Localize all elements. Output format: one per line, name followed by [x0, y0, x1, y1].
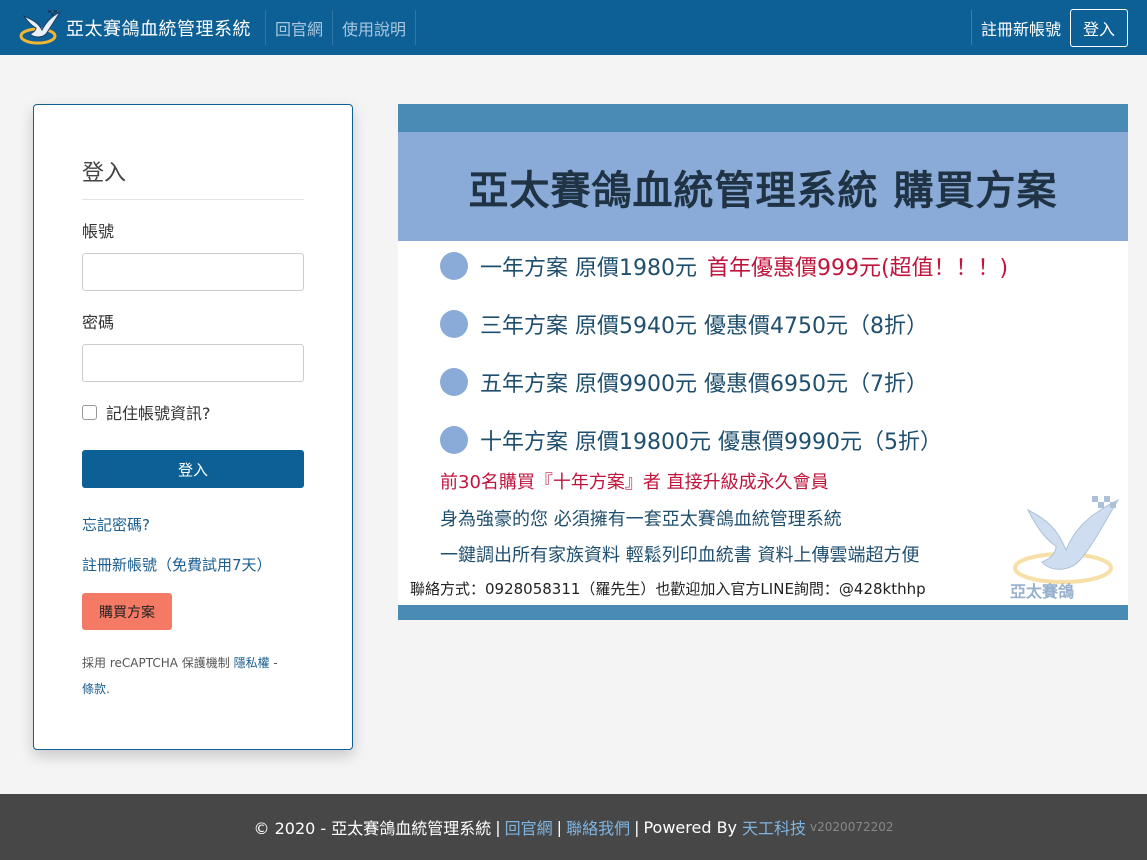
footer-contact-link[interactable]: 聯絡我們 — [566, 815, 630, 839]
nav-login-button[interactable]: 登入 — [1070, 8, 1128, 47]
login-title: 登入 — [82, 155, 304, 200]
password-label: 密碼 — [82, 313, 115, 332]
top-navbar: 亞太賽鴿血統管理系統 回官網 使用說明 註冊新帳號 登入 — [0, 0, 1147, 55]
terms-link[interactable]: 條款 — [82, 682, 106, 696]
plan-text: 五年方案 原價9900元 優惠價6950元（7折） — [480, 372, 928, 397]
login-card: 登入 帳號 密碼 記住帳號資訊? 登入 忘記密碼? 註冊新帳號（免費試用7天） … — [33, 104, 353, 750]
footer-version: v2020072202 — [810, 820, 894, 834]
footer-official-link[interactable]: 回官網 — [505, 815, 553, 839]
brand-title: 亞太賽鴿血統管理系統 — [66, 18, 251, 40]
plan-text: 三年方案 原價5940元 優惠價4750元（8折） — [480, 314, 928, 339]
nav-user-guide[interactable]: 使用說明 — [332, 10, 417, 45]
footer-copyright: © 2020 - 亞太賽鴿血統管理系統 — [253, 819, 492, 838]
plan-item: 十年方案 原價19800元 優惠價9990元（5折） — [440, 424, 942, 456]
plan-text: 十年方案 原價19800元 優惠價9990元（5折） — [480, 430, 942, 455]
recaptcha-text: 採用 reCAPTCHA 保護機制 — [82, 656, 234, 670]
promo-note-blue-1: 身為強豪的您 必須擁有一套亞太賽鴿血統管理系統 — [440, 509, 842, 530]
nav-right: 註冊新帳號 登入 — [970, 0, 1128, 55]
bullet-icon — [440, 252, 468, 280]
promo-bottom-bar — [398, 605, 1128, 620]
promo-title: 亞太賽鴿血統管理系統 購買方案 — [468, 167, 1058, 214]
plan-highlight: 首年優惠價999元(超值！！！) — [706, 256, 1009, 281]
account-input[interactable] — [82, 253, 304, 291]
promo-top-bar — [398, 104, 1128, 132]
remember-row: 記住帳號資訊? — [82, 400, 304, 424]
buy-plan-button[interactable]: 購買方案 — [82, 593, 172, 630]
promo-banner: 亞太賽鴿血統管理系統 購買方案 一年方案 原價1980元 首年優惠價999元(超… — [398, 104, 1128, 620]
footer-separator: | — [556, 817, 563, 837]
footer: © 2020 - 亞太賽鴿血統管理系統 | 回官網 | 聯絡我們 | Power… — [0, 794, 1147, 860]
password-input[interactable] — [82, 344, 304, 382]
plan-item: 三年方案 原價5940元 優惠價4750元（8折） — [440, 308, 928, 340]
register-link[interactable]: 註冊新帳號（免費試用7天） — [82, 554, 304, 575]
recaptcha-period: . — [106, 682, 110, 696]
bullet-icon — [440, 310, 468, 338]
remember-label[interactable]: 記住帳號資訊? — [106, 400, 211, 424]
nav-official-site[interactable]: 回官網 — [265, 10, 332, 45]
bullet-icon — [440, 426, 468, 454]
watermark-text: 亞太賽鴿 — [1010, 582, 1075, 601]
account-label: 帳號 — [82, 222, 115, 241]
login-submit-button[interactable]: 登入 — [82, 450, 304, 488]
remember-checkbox[interactable] — [82, 404, 97, 420]
nav-register-link[interactable]: 註冊新帳號 — [970, 10, 1070, 45]
pigeon-logo-icon — [19, 9, 62, 44]
footer-company-link[interactable]: 天工科技 — [742, 815, 806, 839]
privacy-link[interactable]: 隱私權 — [234, 656, 270, 670]
footer-separator: | — [495, 817, 501, 837]
promo-title-band: 亞太賽鴿血統管理系統 購買方案 — [398, 132, 1128, 241]
brand[interactable]: 亞太賽鴿血統管理系統 — [0, 0, 265, 55]
promo-note-blue-2: 一鍵調出所有家族資料 輕鬆列印血統書 資料上傳雲端超方便 — [440, 545, 920, 566]
footer-powered: Powered By — [643, 817, 738, 837]
footer-separator: | — [634, 817, 640, 837]
recaptcha-dash: - — [269, 656, 278, 670]
promo-contact: 聯絡方式：0928058311（羅先生）也歡迎加入官方LINE詢問：@428kt… — [410, 580, 926, 598]
plan-text: 一年方案 原價1980元 — [480, 256, 697, 281]
forgot-password-link[interactable]: 忘記密碼? — [82, 514, 304, 535]
plan-item: 一年方案 原價1980元 首年優惠價999元(超值！！！) — [440, 250, 1008, 282]
bullet-icon — [440, 368, 468, 396]
recaptcha-notice: 採用 reCAPTCHA 保護機制 隱私權 - 條款. — [82, 650, 304, 702]
main-content: 登入 帳號 密碼 記住帳號資訊? 登入 忘記密碼? 註冊新帳號（免費試用7天） … — [0, 55, 1147, 794]
plan-item: 五年方案 原價9900元 優惠價6950元（7折） — [440, 366, 928, 398]
promo-note-red: 前30名購買『十年方案』者 直接升級成永久會員 — [440, 472, 829, 493]
